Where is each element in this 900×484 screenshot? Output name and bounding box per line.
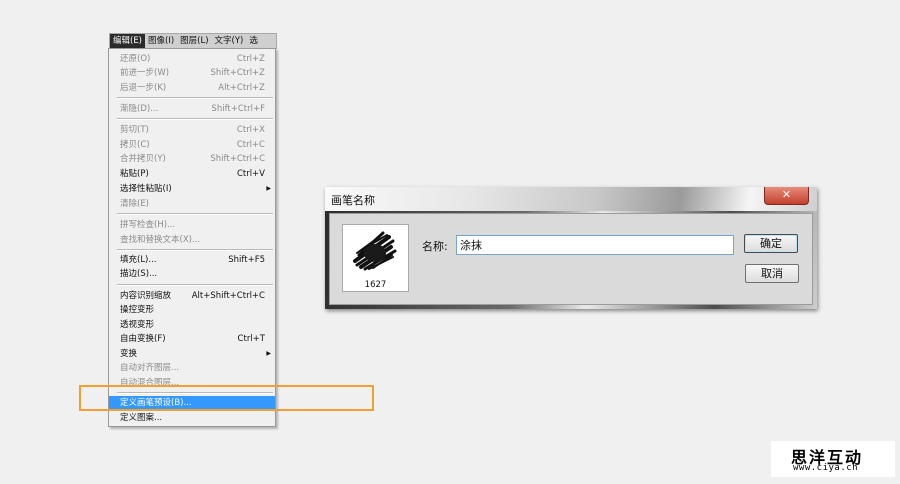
menu-item-undo[interactable]: 还原(O) Ctrl+Z — [109, 52, 275, 66]
close-icon: ✕ — [781, 188, 792, 201]
menu-item-label: 描边(S)... — [120, 269, 158, 279]
menu-edit[interactable]: 编辑(E) — [110, 34, 146, 49]
submenu-arrow-icon: ▶ — [266, 185, 271, 192]
highlight-callout-box — [79, 385, 374, 411]
watermark-url: www.ciya.cn — [793, 463, 859, 473]
name-label: 名称: — [422, 240, 448, 253]
menu-item-label: 填充(L)... — [120, 255, 157, 265]
menu-item-label: 拷贝(C) — [120, 140, 150, 150]
menu-separator — [117, 284, 273, 286]
menu-item-shortcut: Ctrl+C — [236, 140, 265, 150]
brush-name-input[interactable] — [456, 235, 734, 255]
brush-name-dialog: 画笔名称 ✕ 1627 名称: 涂抹 确定 取消 — [325, 187, 817, 309]
menu-item-shortcut: Shift+Ctrl+C — [210, 154, 265, 164]
menu-item-transform[interactable]: 变换 ▶ — [109, 347, 275, 361]
menu-item-label: 清除(E) — [120, 199, 150, 209]
menu-item-clear[interactable]: 清除(E) — [109, 197, 275, 211]
menu-item-step-backward[interactable]: 后退一步(K) Alt+Ctrl+Z — [109, 81, 275, 95]
submenu-arrow-icon: ▶ — [266, 350, 271, 357]
menu-item-label: 变换 — [120, 349, 138, 359]
dialog-title: 画笔名称 — [331, 194, 375, 207]
menu-separator — [117, 249, 273, 251]
menu-item-label: 自由变换(F) — [120, 334, 166, 344]
menu-item-cut[interactable]: 剪切(T) Ctrl+X — [109, 123, 275, 137]
menu-item-shortcut: Shift+Ctrl+Z — [210, 68, 265, 78]
menu-item-find-replace[interactable]: 查找和替换文本(X)... — [109, 233, 275, 247]
menu-item-puppet-warp[interactable]: 操控变形 — [109, 303, 275, 317]
menu-item-label: 前进一步(W) — [120, 68, 170, 78]
menu-item-label: 定义图案... — [120, 413, 163, 423]
menu-item-free-transform[interactable]: 自由变换(F) Ctrl+T — [109, 332, 275, 346]
menu-item-shortcut: Shift+F5 — [228, 255, 265, 265]
menu-item-define-pattern[interactable]: 定义图案... — [109, 411, 275, 425]
brush-preview: 1627 — [342, 224, 409, 292]
menu-item-step-forward[interactable]: 前进一步(W) Shift+Ctrl+Z — [109, 66, 275, 80]
menu-item-label: 拼写检查(H)... — [120, 220, 176, 230]
menu-item-fade[interactable]: 渐隐(D)... Shift+Ctrl+F — [109, 102, 275, 116]
dialog-titlebar[interactable]: 画笔名称 ✕ — [325, 187, 817, 211]
menu-image[interactable]: 图像(I) — [145, 34, 177, 49]
watermark-logo: 思洋互动 www.ciya.cn — [771, 441, 895, 477]
menu-item-content-aware-scale[interactable]: 内容识别缩放 Alt+Shift+Ctrl+C — [109, 289, 275, 303]
dialog-body: 1627 名称: 确定 取消 — [329, 213, 813, 305]
screen: 编辑(E) 图像(I) 图层(L) 文字(Y) 选 还原(O) Ctrl+Z 前… — [0, 0, 900, 484]
menu-item-shortcut: Ctrl+V — [236, 169, 265, 179]
menu-item-paste-special[interactable]: 选择性粘贴(I) ▶ — [109, 182, 275, 196]
menu-item-label: 操控变形 — [120, 305, 155, 315]
menu-type[interactable]: 文字(Y) — [212, 34, 247, 49]
cancel-button[interactable]: 取消 — [745, 264, 799, 283]
menu-separator — [117, 213, 273, 215]
close-button[interactable]: ✕ — [764, 187, 809, 205]
menu-layer[interactable]: 图层(L) — [177, 34, 211, 49]
menu-item-label: 自动对齐图层... — [120, 363, 180, 373]
menu-item-paste[interactable]: 粘贴(P) Ctrl+V — [109, 167, 275, 181]
menu-item-check-spelling[interactable]: 拼写检查(H)... — [109, 218, 275, 232]
ok-button[interactable]: 确定 — [744, 234, 798, 253]
menu-separator — [117, 118, 273, 120]
menu-item-shortcut: Ctrl+T — [237, 334, 265, 344]
menu-item-fill[interactable]: 填充(L)... Shift+F5 — [109, 253, 275, 267]
menu-item-label: 合并拷贝(Y) — [120, 154, 166, 164]
menu-item-stroke[interactable]: 描边(S)... — [109, 267, 275, 281]
menu-select[interactable]: 选 — [246, 34, 261, 49]
menu-item-shortcut: Shift+Ctrl+F — [211, 104, 265, 114]
menu-item-label: 选择性粘贴(I) — [120, 184, 172, 194]
brush-size-label: 1627 — [364, 280, 387, 290]
menu-item-perspective-warp[interactable]: 透视变形 — [109, 318, 275, 332]
menu-bar: 编辑(E) 图像(I) 图层(L) 文字(Y) 选 — [109, 33, 277, 49]
menu-item-shortcut: Alt+Ctrl+Z — [218, 83, 265, 93]
menu-item-copy[interactable]: 拷贝(C) Ctrl+C — [109, 138, 275, 152]
menu-item-label: 还原(O) — [120, 54, 151, 64]
menu-item-auto-align-layers[interactable]: 自动对齐图层... — [109, 361, 275, 375]
menu-item-label: 渐隐(D)... — [120, 104, 159, 114]
menu-item-shortcut: Ctrl+X — [236, 125, 265, 135]
edit-menu: 还原(O) Ctrl+Z 前进一步(W) Shift+Ctrl+Z 后退一步(K… — [108, 48, 276, 427]
menu-item-label: 粘贴(P) — [120, 169, 149, 179]
menu-item-label: 后退一步(K) — [120, 83, 167, 93]
menu-item-label: 透视变形 — [120, 320, 155, 330]
menu-item-copy-merged[interactable]: 合并拷贝(Y) Shift+Ctrl+C — [109, 152, 275, 166]
menu-item-shortcut: Alt+Shift+Ctrl+C — [191, 291, 265, 301]
menu-item-label: 查找和替换文本(X)... — [120, 235, 201, 245]
brush-stroke-icon — [353, 231, 397, 271]
menu-item-label: 剪切(T) — [120, 125, 149, 135]
menu-item-shortcut: Ctrl+Z — [236, 54, 265, 64]
menu-separator — [117, 97, 273, 99]
menu-item-label: 内容识别缩放 — [120, 291, 172, 301]
